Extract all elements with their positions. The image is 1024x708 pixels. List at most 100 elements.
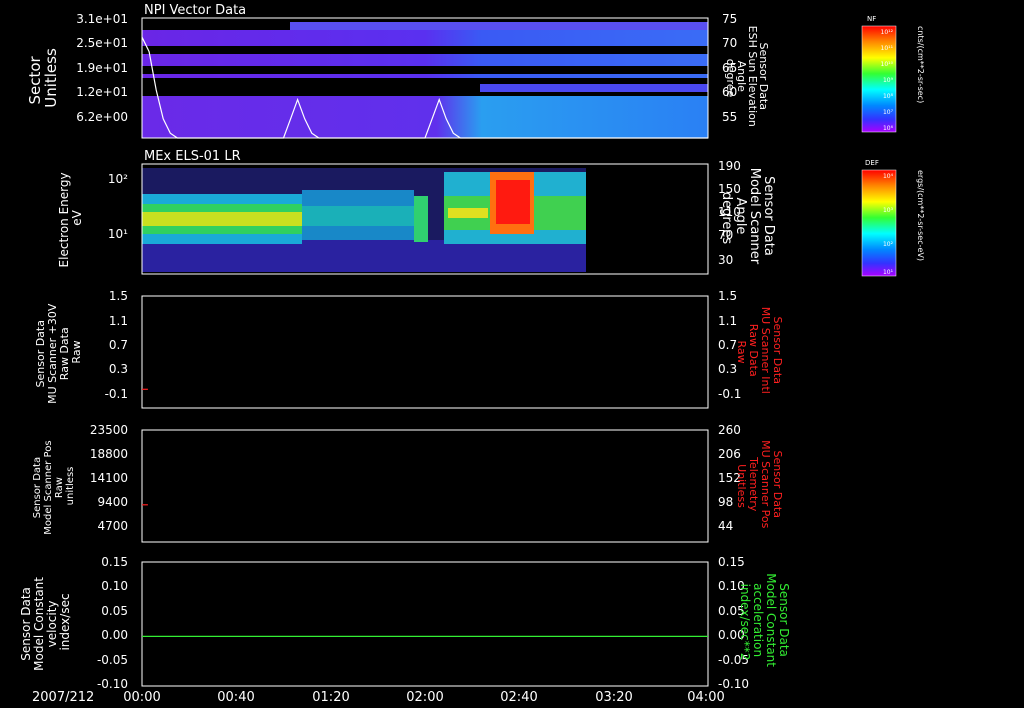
panel2-colorbar-unit: ergs/(cm**2-sr-sec-eV) [916,170,925,261]
panel3-ytick-right: 1.1 [718,314,737,328]
panel1-band-5 [142,96,708,138]
panel1-colorbar-tick: 10⁷ [883,109,894,116]
panel3-left-ticks: 1.5 1.1 0.7 0.3 -0.1 [105,289,128,401]
time-tick-label: 02:40 [500,690,537,705]
time-tick-label: 04:00 [687,690,724,705]
panel2-spike [414,196,428,242]
panel4-ylabel-left: Sensor Data Model Scanner Pos Raw unitle… [32,437,76,534]
panel3-ytick-right: 0.7 [718,338,737,352]
panel2-title: MEx ELS-01 LR [144,149,241,164]
panel1-ylabel-left: Sector Unitless [26,48,60,108]
panel1-ytick-left: 1.9e+01 [76,61,128,75]
panel2-main-core [142,212,302,226]
panel2-colorbar-label: DEF [865,159,879,167]
time-tick-label: 02:00 [406,690,443,705]
panel2-left-ticks: 10² 10¹ [108,172,128,241]
panel3-frame [141,295,709,409]
panel1-ytick-right: 55 [722,110,737,124]
panel1-colorbar-tick: 10¹² [881,29,894,36]
panel1-ytick-left: 1.2e+01 [76,85,128,99]
panel3-ytick-left: 0.7 [109,338,128,352]
panel1-colorbar-unit: cnts/(cm**2-sr-sec) [916,26,925,103]
footer-date: 2007/212 [32,690,94,705]
panel-mex-els: MEx ELS-01 LR 10² 10¹ 190 150 110 70 30 … [57,149,925,277]
panel2-colorbar-tick: 10¹ [883,269,894,276]
panel5-ytick-left: 0.05 [101,604,128,618]
panel5-left-ticks: 0.15 0.10 0.05 0.00 -0.05 -0.10 [97,555,128,691]
panel3-ytick-left: 1.5 [109,289,128,303]
panel5-frame [141,561,709,687]
panel3-ytick-right: 0.3 [718,362,737,376]
panel5-ytick-left: 0.10 [101,579,128,593]
panel5-ytick-left: 0.00 [101,628,128,642]
time-axis: 2007/212 00:00 00:40 01:20 02:00 02:40 0… [32,690,725,705]
panel3-ylabel-right: Sensor Data MU Scanner Intl Raw Data Raw [735,307,784,398]
panel5-ytick-left: 0.15 [101,555,128,569]
panel-mu-scanner-30v: 1.5 1.1 0.7 0.3 -0.1 1.5 1.1 0.7 0.3 -0.… [34,289,784,409]
panel1-ytick-left: 3.1e+01 [76,12,128,26]
panel2-colorbar-gradient [861,169,897,277]
panel1-colorbar: NF 10¹² 10¹¹ 10¹⁰ 10⁹ 10⁸ 10⁷ 10⁶ cnts/(… [861,15,925,133]
panel4-ytick-right: 206 [718,447,741,461]
panel3-ytick-left: 0.3 [109,362,128,376]
panel1-colorbar-tick: 10⁶ [883,125,894,132]
time-tick-label: 00:40 [217,690,254,705]
panel4-ytick-left: 14100 [90,471,128,485]
panel3-ytick-left: 1.1 [109,314,128,328]
panel1-top-band [290,22,708,30]
panel4-left-ticks: 23500 18800 14100 9400 4700 [90,423,128,533]
panel4-ylabel-right: Sensor Data MU Scanner Pos Telemetry Uni… [735,440,784,532]
panel1-band-1 [142,30,708,46]
panel5-ytick-right: 0.15 [718,555,745,569]
panel4-ytick-left: 18800 [90,447,128,461]
panel3-ytick-right: 1.5 [718,289,737,303]
panel5-ytick-right: -0.10 [718,677,749,691]
panel1-colorbar-tick: 10¹¹ [881,45,894,52]
panel5-ytick-left: -0.05 [97,653,128,667]
panel4-ytick-right: 260 [718,423,741,437]
panel2-ytick-right: 30 [718,253,733,267]
panel1-ytick-left: 6.2e+00 [76,110,128,124]
panel4-frame [141,429,709,543]
panel1-colorbar-tick: 10⁹ [883,77,894,84]
panel2-hot-red [496,180,530,224]
panel1-colorbar-tick: 10¹⁰ [881,61,894,68]
panel2-secondary-core [302,206,414,226]
time-tick-label: 01:20 [312,690,349,705]
panel4-ytick-left: 4700 [97,519,128,533]
panel1-title: NPI Vector Data [144,3,246,18]
panel1-band-4 [480,84,708,92]
panel2-ytick-right: 190 [718,159,741,173]
panel2-burst-yellow [448,208,488,218]
time-tick-label: 03:20 [595,690,632,705]
panel-model-scanner-pos: 23500 18800 14100 9400 4700 260 206 152 … [32,423,784,543]
panel-model-constant: 0.15 0.10 0.05 0.00 -0.05 -0.10 0.15 0.1… [19,555,791,691]
panel3-ylabel-left: Sensor Data MU Scanner +30V Raw Data Raw [34,300,83,404]
panel4-ytick-left: 9400 [97,495,128,509]
panel5-ylabel-right: Sensor Data Model Constant acceleration … [738,573,791,671]
panel1-colorbar-label: NF [867,15,876,23]
time-tick-label: 00:00 [123,690,160,705]
panel1-ytick-right: 75 [722,12,737,26]
panel2-ylabel-left: Electron Energy eV [57,169,84,268]
panel2-colorbar-tick: 10⁴ [883,173,894,180]
panel4-ytick-right: 98 [718,495,733,509]
panel3-ytick-right: -0.1 [718,387,741,401]
panel5-ytick-left: -0.10 [97,677,128,691]
panel2-noise-mid [142,240,586,272]
panel2-spectrogram [142,168,586,272]
panel1-left-ticks: 3.1e+01 2.5e+01 1.9e+01 1.2e+01 6.2e+00 [76,12,128,124]
panel1-ytick-right: 70 [722,36,737,50]
panel1-colorbar-tick: 10⁸ [883,93,894,100]
spacecraft-summary-plot: NPI Vector Data 3.1e+01 2.5e+01 1.9e+01 … [19,3,925,705]
panel2-colorbar-tick: 10³ [883,207,894,214]
panel1-ytick-left: 2.5e+01 [76,36,128,50]
panel2-colorbar-tick: 10² [883,241,894,248]
panel2-ytick-left: 10² [108,172,128,186]
panel5-ylabel-left: Sensor Data Model Constant velocity inde… [19,573,72,671]
panel2-ytick-left: 10¹ [108,227,128,241]
panel4-ytick-left: 23500 [90,423,128,437]
panel2-colorbar: DEF 10⁴ 10³ 10² 10¹ ergs/(cm**2-sr-sec-e… [861,159,925,277]
panel-npi-vector-data: NPI Vector Data 3.1e+01 2.5e+01 1.9e+01 … [26,3,925,139]
panel1-spectrogram [142,22,708,138]
